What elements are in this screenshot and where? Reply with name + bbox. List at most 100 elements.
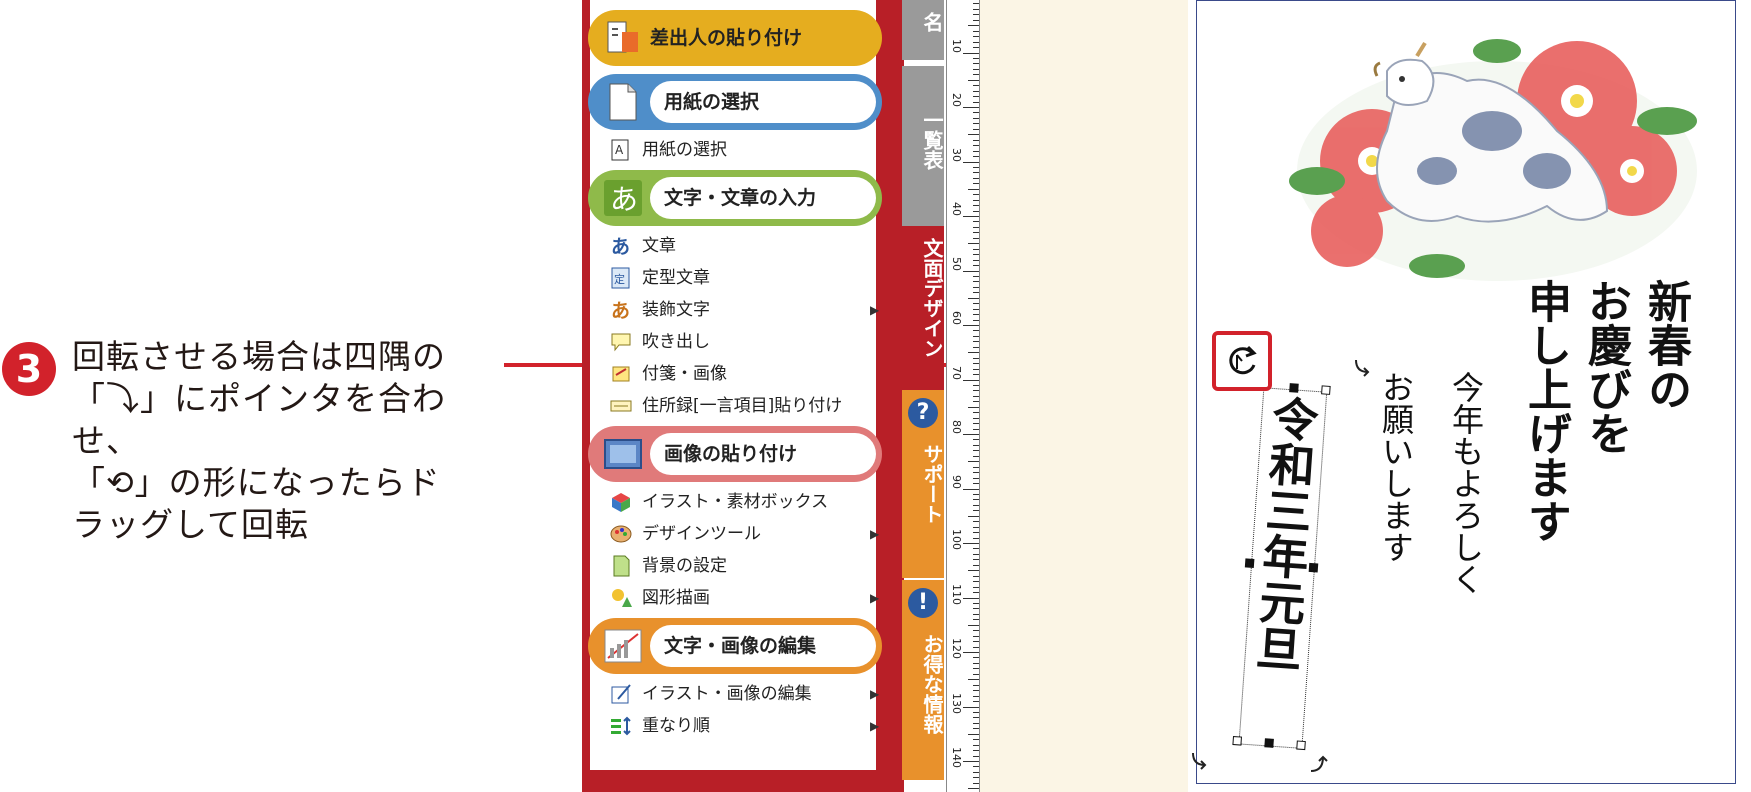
ruler-tick	[973, 521, 979, 523]
svg-text:A: A	[615, 143, 624, 157]
ruler-tick	[973, 575, 979, 577]
tab-list[interactable]: 一覧表	[902, 66, 944, 226]
instruction-line: 「⟲」の形になったらド	[72, 463, 441, 502]
ruler-tick	[973, 613, 979, 615]
ruler-tick	[973, 466, 979, 468]
menu-item-text[interactable]: あ文章	[610, 232, 676, 260]
menu-item-sticky-note[interactable]: 付箋・画像	[610, 360, 727, 388]
design-menu-panel: 差出人の貼り付け 用紙の選択 A 用紙の選択 あ 文字・文章の入力 あ文章 定定型…	[582, 0, 904, 792]
menu-item-layer-order[interactable]: 重なり順 ▶	[610, 712, 879, 740]
instruction-line: ラッグして回転	[72, 505, 310, 544]
rotate-handle-top-right[interactable]	[1321, 385, 1331, 395]
ruler-tick	[973, 314, 979, 316]
ruler-tick	[963, 761, 979, 762]
menu-item-template-text[interactable]: 定 定型文章	[610, 264, 710, 292]
menu-item-illustration-box[interactable]: イラスト・素材ボックス	[610, 488, 828, 516]
ruler-tick	[963, 652, 979, 653]
resize-handle-right[interactable]	[1308, 562, 1319, 573]
menu-item-label: イラスト・素材ボックス	[642, 492, 829, 512]
rotate-handle-bottom-right[interactable]	[1296, 740, 1306, 751]
greeting-text[interactable]: 新春の お慶びを 申し上げます	[1515, 279, 1695, 719]
menu-item-shapes[interactable]: 図形描画 ▶	[610, 584, 879, 612]
menu-item-label: 背景の設定	[642, 556, 727, 576]
ruler-tick	[973, 401, 979, 403]
picture-icon	[602, 434, 644, 474]
postcard-canvas[interactable]: 新春の お慶びを 申し上げます 今年もよろしく お願いします 令和三年元旦	[1192, 0, 1736, 784]
ruler-tick	[973, 237, 979, 239]
ruler-tick	[973, 265, 979, 267]
paper-select-button[interactable]: 用紙の選択	[588, 74, 882, 130]
ruler-tick	[973, 335, 979, 337]
ruler-tick	[973, 308, 979, 310]
template-text-icon: 定	[610, 267, 634, 289]
resize-handle-top[interactable]	[1289, 383, 1299, 393]
ruler-tick	[973, 248, 979, 250]
ruler-tick	[973, 41, 979, 43]
text-input-button[interactable]: あ 文字・文章の入力	[588, 170, 882, 226]
message-line: 今年もよろしく	[1447, 371, 1485, 595]
message-text[interactable]: 今年もよろしく お願いします	[1361, 371, 1501, 701]
selected-date-object[interactable]: 令和三年元旦	[1214, 378, 1350, 755]
greeting-line: お慶びを	[1580, 279, 1631, 455]
ruler-tick	[968, 79, 979, 81]
ruler-tick	[973, 390, 979, 392]
ruler-tick	[973, 423, 979, 425]
tab-name[interactable]: 名	[902, 0, 944, 60]
text-image-edit-button[interactable]: 文字・画像の編集	[588, 618, 882, 674]
ruler-label: 10	[950, 38, 963, 53]
palette-icon	[610, 523, 634, 545]
ruler-tick	[973, 254, 979, 256]
ruler-tick	[973, 57, 979, 59]
ruler-tick	[973, 744, 979, 746]
ruler-tick	[973, 346, 979, 348]
edit-chart-icon	[602, 626, 644, 666]
ruler-tick	[973, 635, 979, 637]
cow-camellia-illustration[interactable]	[1277, 21, 1717, 291]
vertical-tab-bar: 名 一覧表 文面デザイン ? サポート ! お得な情報	[902, 0, 944, 792]
tab-deals[interactable]: ! お得な情報	[902, 580, 944, 780]
ruler-tick	[973, 205, 979, 207]
menu-item-background[interactable]: 背景の設定	[610, 552, 727, 580]
ruler-tick	[973, 63, 979, 65]
ruler-tick	[973, 226, 979, 228]
ruler-tick	[973, 450, 979, 452]
sender-card-icon	[602, 18, 644, 58]
rotate-handle-bottom-left[interactable]	[1232, 735, 1243, 746]
tab-support[interactable]: ? サポート	[902, 390, 944, 578]
ruler-tick	[973, 374, 979, 376]
menu-item-label: イラスト・画像の編集	[642, 684, 812, 704]
ruler-tick	[973, 782, 979, 784]
menu-item-edit-image[interactable]: イラスト・画像の編集 ▶	[610, 680, 879, 708]
menu-item-design-tool[interactable]: デザインツール ▶	[610, 520, 879, 548]
ruler-tick	[973, 499, 979, 501]
ruler-tick	[973, 363, 979, 365]
menu-item-decorated-text[interactable]: あ装飾文字 ▶	[610, 296, 879, 324]
menu-item-speech-bubble[interactable]: 吹き出し	[610, 328, 710, 356]
image-paste-button[interactable]: 画像の貼り付け	[588, 426, 882, 482]
paper-icon	[602, 82, 644, 122]
menu-item-address-book-paste[interactable]: 住所録[一言項目]貼り付け	[610, 392, 842, 420]
ruler-tick	[973, 123, 979, 125]
ruler-tick	[973, 630, 979, 632]
ruler-tick	[973, 19, 979, 21]
ruler-tick	[973, 548, 979, 550]
menu-item-paper-select[interactable]: A 用紙の選択	[610, 136, 727, 164]
rotate-corner-icon	[1192, 752, 1207, 770]
address-book-icon	[610, 395, 634, 417]
ruler-tick	[973, 14, 979, 16]
section-label: 差出人の貼り付け	[650, 27, 803, 49]
resize-handle-bottom[interactable]	[1264, 738, 1274, 748]
resize-handle-left[interactable]	[1244, 558, 1255, 569]
message-line: お願いします	[1377, 371, 1415, 563]
ruler-label: 130	[950, 692, 963, 714]
section-label: 画像の貼り付け	[650, 433, 876, 475]
sender-paste-button[interactable]: 差出人の貼り付け	[588, 10, 882, 66]
ruler-label: 30	[950, 147, 963, 162]
layer-order-icon	[610, 715, 634, 737]
menu-item-label: 住所録[一言項目]貼り付け	[642, 396, 843, 416]
ruler-tick	[973, 319, 979, 321]
ruler-tick	[973, 428, 979, 430]
tab-design[interactable]: 文面デザイン	[902, 226, 944, 390]
ruler-label: 50	[950, 256, 963, 271]
submenu-arrow-icon: ▶	[870, 527, 880, 541]
